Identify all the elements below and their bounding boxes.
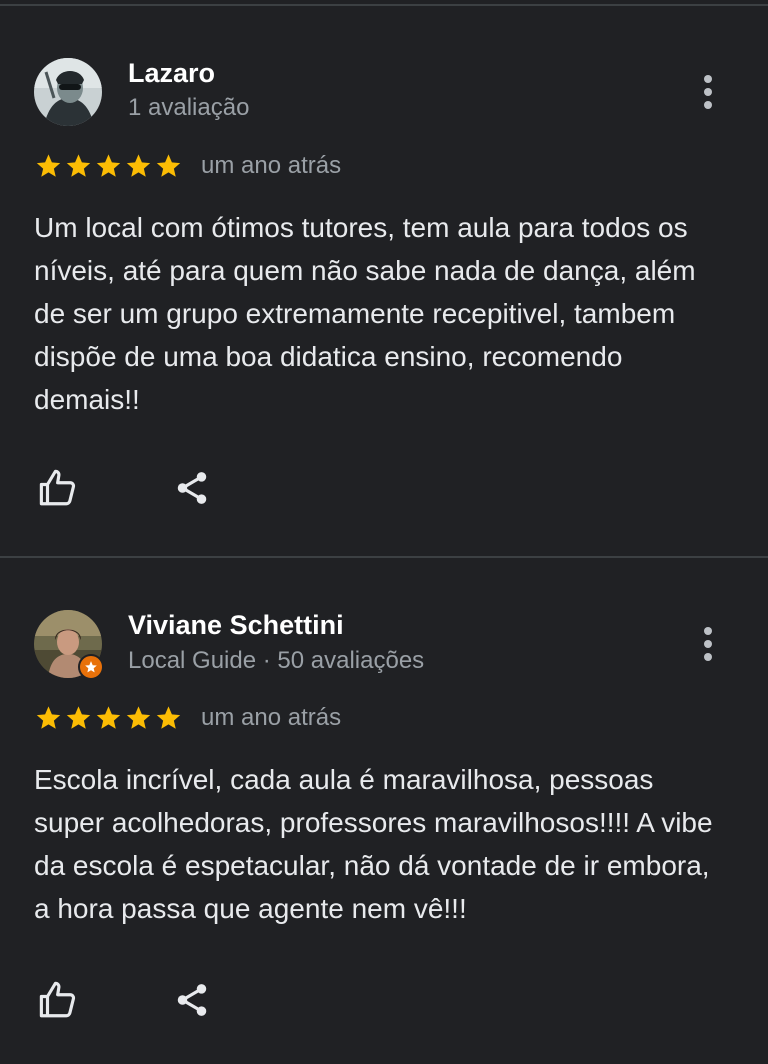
avatar[interactable] bbox=[34, 58, 102, 126]
avatar-photo bbox=[34, 58, 102, 126]
avatar[interactable] bbox=[34, 610, 104, 680]
star-rating bbox=[34, 704, 183, 732]
reviewer-meta: 1 avaliação bbox=[128, 94, 250, 121]
thumb-up-icon bbox=[39, 981, 76, 1018]
share-button[interactable] bbox=[168, 976, 216, 1024]
review-text: Um local com ótimos tutores, tem aula pa… bbox=[34, 212, 696, 415]
more-vert-icon bbox=[704, 75, 712, 83]
review-actions bbox=[34, 464, 216, 512]
thumb-up-icon bbox=[39, 469, 76, 506]
review-card: Lazaro 1 avaliação um ano atrás Um local… bbox=[0, 0, 768, 556]
more-vert-icon bbox=[704, 627, 712, 635]
more-vert-icon-dot bbox=[704, 88, 712, 96]
share-icon bbox=[177, 472, 207, 504]
star-icon bbox=[36, 154, 61, 177]
star-icon bbox=[156, 154, 181, 177]
star-icon bbox=[156, 706, 181, 729]
star-icon bbox=[36, 706, 61, 729]
star-icon bbox=[96, 706, 121, 729]
share-icon bbox=[177, 984, 207, 1016]
rating-row: um ano atrás bbox=[34, 150, 341, 182]
reviewer-name[interactable]: Viviane Schettini bbox=[128, 610, 344, 641]
review-time: um ano atrás bbox=[201, 152, 342, 179]
star-icon bbox=[126, 706, 151, 729]
more-options-button[interactable] bbox=[696, 624, 720, 664]
star-rating bbox=[34, 152, 183, 180]
star-icon bbox=[96, 154, 121, 177]
star-icon bbox=[66, 706, 91, 729]
more-vert-icon-dot bbox=[704, 640, 712, 648]
reviewer-meta: Local Guide · 50 avaliações bbox=[128, 647, 425, 674]
star-icon bbox=[126, 154, 151, 177]
like-button[interactable] bbox=[34, 464, 82, 512]
more-options-button[interactable] bbox=[696, 72, 720, 112]
review-card: Viviane Schettini Local Guide · 50 avali… bbox=[0, 558, 768, 1064]
review-text: Escola incrível, cada aula é maravilhosa… bbox=[34, 764, 713, 924]
reviewer-name[interactable]: Lazaro bbox=[128, 58, 215, 89]
review-actions bbox=[34, 976, 216, 1024]
rating-row: um ano atrás bbox=[34, 702, 341, 734]
review-time: um ano atrás bbox=[201, 704, 342, 731]
like-button[interactable] bbox=[34, 976, 82, 1024]
local-guide-star-icon bbox=[85, 661, 97, 673]
more-vert-icon-dot bbox=[704, 101, 712, 109]
more-vert-icon-dot bbox=[704, 653, 712, 661]
share-button[interactable] bbox=[168, 464, 216, 512]
local-guide-badge bbox=[78, 654, 104, 680]
star-icon bbox=[66, 154, 91, 177]
